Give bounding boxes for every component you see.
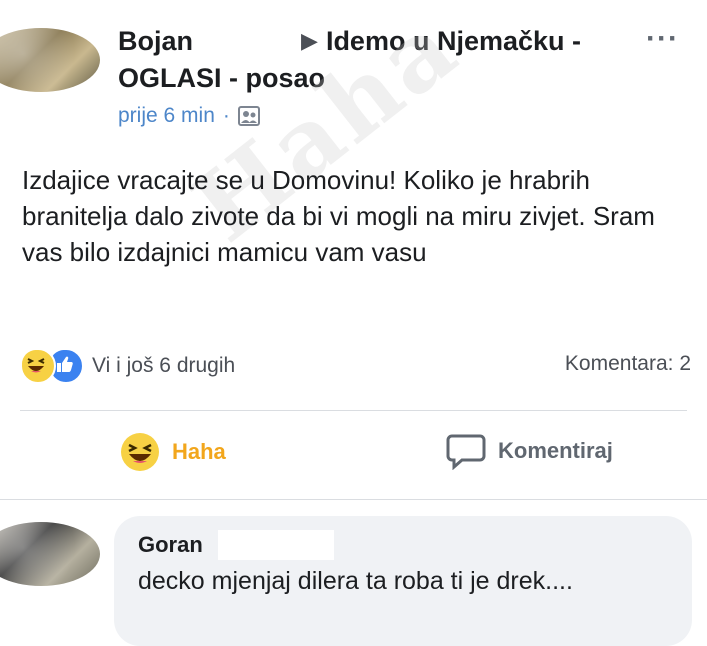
- group-photo-icon: [237, 106, 260, 126]
- haha-icon: [121, 433, 159, 471]
- post-author-name[interactable]: Bojan: [118, 26, 193, 56]
- commenter-avatar[interactable]: [0, 522, 100, 586]
- post-author-avatar[interactable]: [0, 28, 100, 92]
- redacted-surname: [218, 530, 334, 560]
- post-header: Bojan ▶ Idemo u Njemačku - OGLASI - posao: [118, 22, 638, 97]
- post-body-text: Izdajice vracajte se u Domovinu! Koliko …: [22, 165, 655, 267]
- post-timestamp[interactable]: prije 6 min: [118, 104, 215, 128]
- comment-button[interactable]: Komentiraj: [446, 432, 613, 470]
- comment-label: Komentiraj: [498, 438, 613, 463]
- comment-author-name[interactable]: Goran: [138, 532, 203, 558]
- reactions-count-text: Vi i još 6 drugih: [92, 354, 236, 377]
- dot-separator: ·: [222, 104, 230, 127]
- comments-count[interactable]: Komentara: 2: [565, 352, 691, 376]
- comment-bubble: Goran decko mjenjaj dilera ta roba ti je…: [114, 516, 692, 646]
- reactions-summary[interactable]: Vi i još 6 drugih: [20, 348, 235, 384]
- comment-bubble-icon: [446, 434, 486, 470]
- post-meta: prije 6 min ·: [118, 104, 260, 128]
- more-options-icon[interactable]: ···: [646, 22, 679, 56]
- divider: [20, 410, 687, 411]
- divider: [0, 499, 707, 500]
- comment-text: decko mjenjaj dilera ta roba ti je drek.…: [138, 567, 573, 595]
- haha-reaction-button[interactable]: Haha: [120, 432, 226, 472]
- share-arrow-icon: ▶: [301, 28, 318, 53]
- haha-label: Haha: [172, 439, 226, 464]
- haha-icon: [20, 348, 56, 384]
